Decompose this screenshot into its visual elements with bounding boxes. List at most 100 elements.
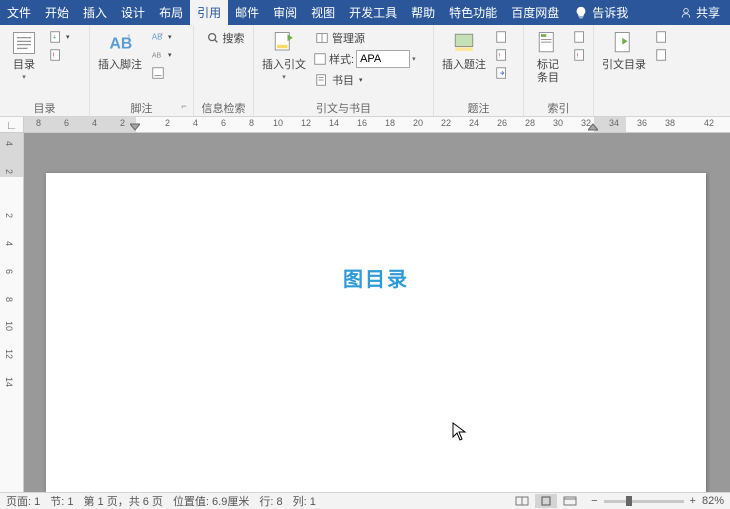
cross-reference-button[interactable] (493, 65, 511, 81)
add-text-button[interactable]: +▾ (47, 29, 72, 45)
next-footnote-button[interactable]: AB▾ (149, 47, 174, 63)
zoom-control: − + 82% (591, 495, 724, 507)
tab-references[interactable]: 引用 (190, 0, 228, 25)
zoom-thumb[interactable] (626, 496, 632, 506)
tab-help[interactable]: 帮助 (404, 0, 442, 25)
group-citations: 插入引文 ▾ 管理源 样式: ▾ 书目▾ 引文与书目 (254, 25, 434, 116)
insert-caption-button[interactable]: 插入题注 (438, 27, 490, 74)
status-pages[interactable]: 第 1 页，共 6 页 (83, 493, 162, 509)
tab-design[interactable]: 设计 (114, 0, 152, 25)
work-area: 42 2468 101214 图目录 (0, 133, 730, 492)
tab-insert[interactable]: 插入 (76, 0, 114, 25)
document-canvas[interactable]: 图目录 (24, 133, 730, 492)
insert-caption-label: 插入题注 (442, 59, 486, 72)
group-toc-label: 目录 (4, 100, 85, 116)
bibliography-label: 书目 (332, 72, 354, 88)
tab-file[interactable]: 文件 (0, 0, 38, 25)
caption-icon (450, 29, 478, 57)
view-web-button[interactable] (559, 494, 581, 508)
group-index: 标记条目 ! 索引 (524, 25, 594, 116)
update-icon: ! (49, 48, 63, 62)
status-section[interactable]: 节: 1 (50, 493, 73, 509)
update-toa-icon (655, 48, 669, 62)
tab-layout[interactable]: 布局 (152, 0, 190, 25)
insert-toa-icon (655, 30, 669, 44)
svg-text:1: 1 (127, 35, 131, 42)
zoom-slider[interactable] (604, 500, 684, 503)
tof-icon (495, 30, 509, 44)
mark-entry-button[interactable]: 标记条目 (528, 27, 568, 87)
group-research-label: 信息检索 (198, 100, 249, 116)
tell-me[interactable]: 告诉我 (566, 0, 636, 25)
ruler-horizontal[interactable]: ∟ 8642 2468 10121416 18202224 26283032 3… (0, 117, 730, 133)
toa-label: 引文目录 (602, 59, 646, 72)
show-notes-icon (151, 66, 165, 80)
right-indent-marker[interactable] (588, 118, 598, 134)
group-footnote-label: 脚注⌐ (94, 100, 189, 116)
zoom-level[interactable]: 82% (702, 495, 724, 507)
group-citations-label: 引文与书目 (258, 100, 429, 116)
chevron-down-icon: ▾ (22, 73, 26, 81)
search-label: 搜索 (223, 30, 245, 46)
svg-text:!: ! (499, 53, 501, 60)
insert-toa-button[interactable] (653, 29, 671, 45)
update-toa-button[interactable] (653, 47, 671, 63)
tab-mail[interactable]: 邮件 (228, 0, 266, 25)
first-line-indent-marker[interactable] (130, 118, 140, 134)
footnote-icon: AB1 (106, 29, 134, 57)
tab-baidu[interactable]: 百度网盘 (504, 0, 566, 25)
endnote-icon: ABi (151, 30, 165, 44)
share-button[interactable]: 共享 (670, 0, 730, 25)
svg-text:!: ! (53, 53, 55, 60)
insert-endnote-button[interactable]: ABi▾ (149, 29, 174, 45)
group-toa-label (598, 100, 682, 116)
crossref-icon (495, 66, 509, 80)
menu-bar: 文件 开始 插入 设计 布局 引用 邮件 审阅 视图 开发工具 帮助 特色功能 … (0, 0, 730, 25)
search-button[interactable]: 搜索 (198, 27, 252, 49)
bibliography-button[interactable]: 书目▾ (313, 71, 416, 89)
tab-devtools[interactable]: 开发工具 (342, 0, 404, 25)
group-captions-label: 题注 (438, 100, 519, 116)
toc-icon (10, 29, 38, 57)
tab-view[interactable]: 视图 (304, 0, 342, 25)
zoom-in-button[interactable]: + (690, 495, 696, 507)
update-index-button[interactable]: ! (571, 47, 589, 63)
page[interactable]: 图目录 (46, 173, 706, 492)
status-position[interactable]: 位置值: 6.9厘米 (173, 493, 249, 509)
person-icon (680, 7, 692, 19)
group-captions: 插入题注 ! 题注 (434, 25, 524, 116)
tab-features[interactable]: 特色功能 (442, 0, 504, 25)
insert-index-button[interactable] (571, 29, 589, 45)
status-column[interactable]: 列: 1 (293, 493, 316, 509)
tab-home[interactable]: 开始 (38, 0, 76, 25)
ribbon: 目录 ▾ +▾ ! 目录 AB1 插入脚注 ABi▾ AB▾ 脚注⌐ (0, 25, 730, 117)
toc-button[interactable]: 目录 ▾ (4, 27, 44, 83)
insert-citation-button[interactable]: 插入引文 ▾ (258, 27, 310, 83)
citation-style-selector[interactable]: 样式: ▾ (313, 50, 416, 68)
print-layout-icon (539, 496, 553, 506)
status-line[interactable]: 行: 8 (259, 493, 282, 509)
view-print-button[interactable] (535, 494, 557, 508)
view-read-button[interactable] (511, 494, 533, 508)
ruler-h-scale: 8642 2468 10121416 18202224 26283032 343… (24, 117, 730, 132)
mark-entry-icon (534, 29, 562, 57)
update-tof-button[interactable]: ! (493, 47, 511, 63)
update-toc-button[interactable]: ! (47, 47, 72, 63)
insert-footnote-button[interactable]: AB1 插入脚注 (94, 27, 146, 74)
ruler-vertical[interactable]: 42 2468 101214 (0, 133, 24, 492)
insert-tof-button[interactable] (493, 29, 511, 45)
mark-citation-button[interactable]: 引文目录 (598, 27, 650, 74)
view-buttons (511, 494, 581, 508)
zoom-out-button[interactable]: − (591, 495, 597, 507)
citation-icon (270, 29, 298, 57)
show-notes-button[interactable] (149, 65, 174, 81)
dialog-launcher-icon[interactable]: ⌐ (179, 101, 189, 111)
manage-sources-button[interactable]: 管理源 (313, 29, 416, 47)
update-tof-icon: ! (495, 48, 509, 62)
insert-index-icon (573, 30, 587, 44)
tab-review[interactable]: 审阅 (266, 0, 304, 25)
status-page[interactable]: 页面: 1 (6, 493, 40, 509)
style-combobox[interactable] (356, 50, 410, 68)
style-label: 样式: (329, 51, 354, 67)
update-index-icon: ! (573, 48, 587, 62)
